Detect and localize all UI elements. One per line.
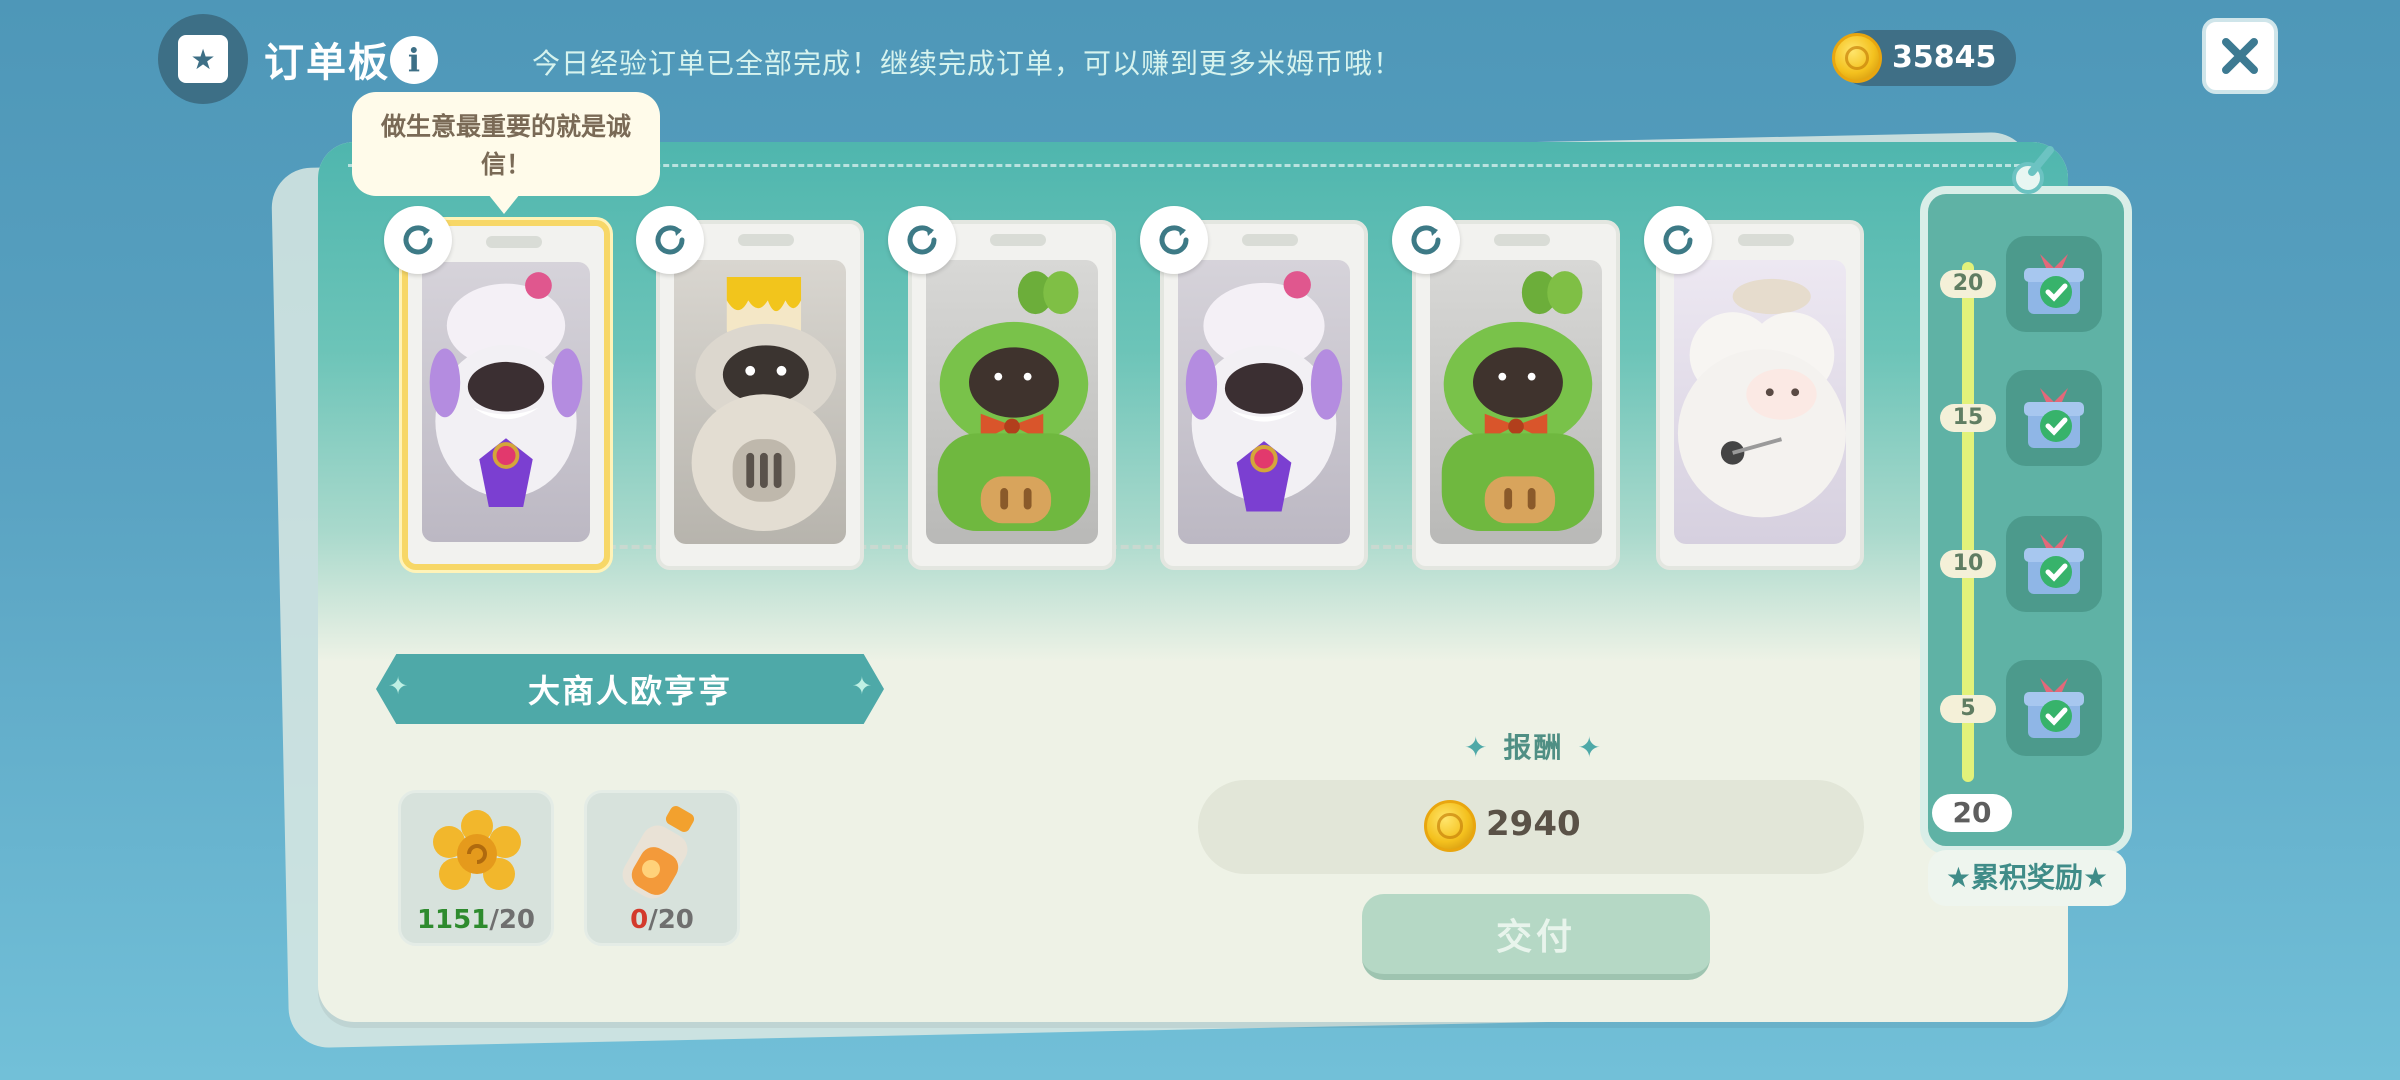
star-icon: ★	[2083, 861, 2109, 894]
milestone-label-10: 10	[1940, 550, 1996, 578]
order-card-4[interactable]	[1160, 220, 1368, 570]
refresh-button-6[interactable]	[1644, 206, 1712, 274]
sparkle-icon: ✦	[851, 672, 872, 700]
material-count: 1151/20	[401, 905, 551, 935]
refresh-icon	[655, 225, 685, 255]
milestone-label-5: 5	[1940, 695, 1996, 723]
page-title: 订单板	[264, 40, 390, 86]
sparkle-icon: ✦	[1577, 731, 1603, 764]
order-card-5[interactable]	[1412, 220, 1620, 570]
card-clip	[1494, 234, 1550, 246]
daily-notice: 今日经验订单已全部完成！继续完成订单，可以赚到更多米姆币哦！	[532, 47, 1403, 80]
milestone-label-20: 20	[1940, 270, 1996, 298]
coin-icon	[1832, 33, 1882, 83]
refresh-button-3[interactable]	[888, 206, 956, 274]
close-button[interactable]	[2202, 18, 2278, 94]
refresh-button-5[interactable]	[1392, 206, 1460, 274]
merchant-name: 大商人欧亨亨	[527, 672, 732, 710]
sparkle-icon: ✦	[388, 672, 409, 700]
material-need: /20	[648, 905, 694, 935]
card-clip	[1738, 234, 1794, 246]
orange-juice-bottle-icon	[607, 801, 719, 905]
deliver-button[interactable]: 交付	[1362, 894, 1710, 980]
close-icon	[2222, 38, 2258, 74]
material-count: 0/20	[587, 905, 737, 935]
coin-balance: 35845	[1832, 30, 2016, 86]
refresh-button-2[interactable]	[636, 206, 704, 274]
progress-value: 20	[1932, 794, 2012, 832]
refresh-icon	[1411, 225, 1441, 255]
fluffy-sheep-character	[1674, 260, 1846, 544]
refresh-button-4[interactable]	[1140, 206, 1208, 274]
green-leaf-sprout-character	[1430, 260, 1602, 544]
material-have: 0	[630, 905, 649, 935]
card-clip	[1242, 234, 1298, 246]
card-clip	[486, 236, 542, 248]
material-have: 1151	[416, 905, 490, 935]
gift-reward-5[interactable]	[2006, 660, 2102, 756]
order-card-2[interactable]	[656, 220, 864, 570]
reward-title: ✦ 报酬 ✦	[1450, 726, 1617, 766]
order-card-3[interactable]	[908, 220, 1116, 570]
board-icon: ★	[178, 35, 228, 83]
gift-claimed-icon	[2024, 388, 2084, 448]
cumulative-reward-label[interactable]: ★累积奖励★	[1928, 850, 2126, 906]
milestone-label-15: 15	[1940, 404, 1996, 432]
gift-reward-20[interactable]	[2006, 236, 2102, 332]
material-slot-2[interactable]: 0/20	[584, 790, 740, 946]
order-board-logo: ★	[158, 14, 248, 104]
gift-claimed-icon	[2024, 534, 2084, 594]
paint-bucket-knight-character	[674, 260, 846, 544]
refresh-icon	[1663, 225, 1693, 255]
gift-claimed-icon	[2024, 678, 2084, 738]
card-clip	[990, 234, 1046, 246]
sparkle-icon: ✦	[1464, 731, 1490, 764]
white-chef-hat-character	[422, 262, 590, 542]
star-icon: ★	[1945, 861, 1971, 894]
refresh-icon	[1159, 225, 1189, 255]
golden-flower-icon	[421, 801, 533, 905]
gift-claimed-icon	[2024, 254, 2084, 314]
coin-amount: 35845	[1892, 40, 1997, 75]
refresh-icon	[403, 225, 433, 255]
merchant-banner: ✦ 大商人欧亨亨 ✦	[376, 654, 884, 724]
gift-reward-15[interactable]	[2006, 370, 2102, 466]
card-clip	[738, 234, 794, 246]
white-chef-hat-character	[1178, 260, 1350, 544]
reward-box: 2940	[1198, 780, 1864, 874]
order-card-1[interactable]	[402, 220, 610, 570]
merchant-speech-bubble: 做生意最重要的就是诚信！	[352, 92, 660, 214]
refresh-button-1[interactable]	[384, 206, 452, 274]
reward-label: 报酬	[1503, 731, 1564, 764]
green-leaf-sprout-character	[926, 260, 1098, 544]
coin-icon	[1424, 800, 1476, 852]
material-need: /20	[489, 905, 536, 935]
material-slot-1[interactable]: 1151/20	[398, 790, 554, 946]
refresh-icon	[907, 225, 937, 255]
cumulative-label-text: 累积奖励	[1970, 861, 2083, 894]
gift-reward-10[interactable]	[2006, 516, 2102, 612]
reward-amount: 2940	[1486, 804, 1581, 844]
pin-icon	[2012, 146, 2054, 194]
info-icon[interactable]: i	[390, 36, 438, 84]
